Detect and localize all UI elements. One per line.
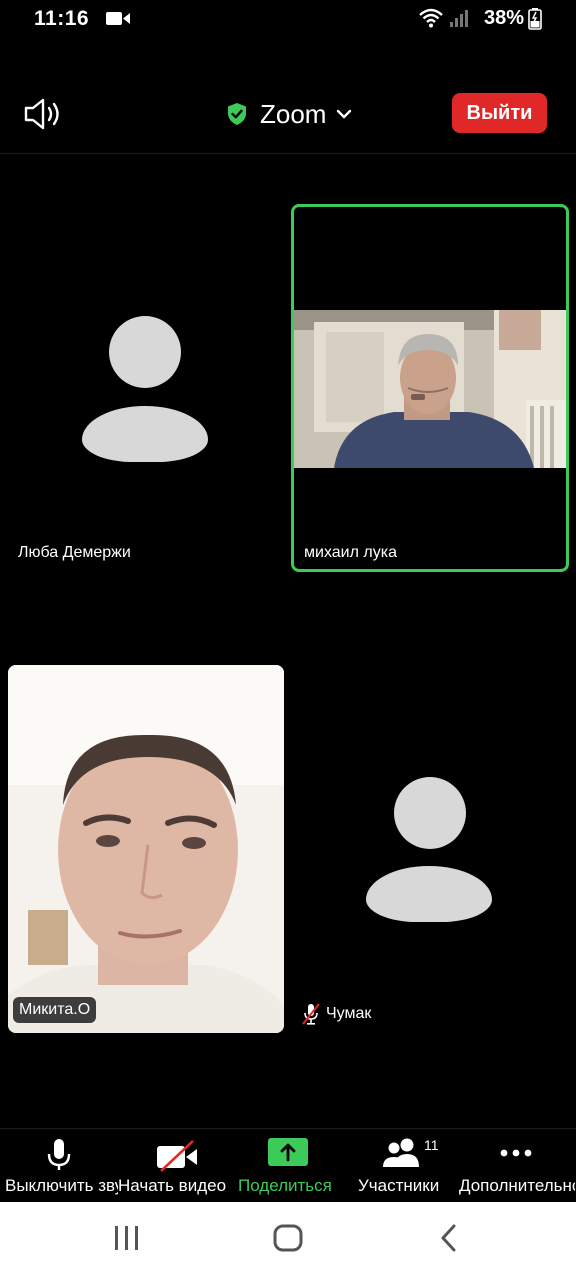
participants-count-badge: 11	[424, 1137, 439, 1153]
avatar-head	[109, 316, 181, 388]
participant-name: Люба Демержи	[18, 544, 131, 561]
participant-tile[interactable]: Чумак	[288, 665, 576, 1033]
leave-meeting-button[interactable]: Выйти	[452, 93, 547, 133]
active-speaker-tile[interactable]: михаил лука	[291, 204, 569, 572]
participant-tile[interactable]: Микита.О	[8, 665, 284, 1033]
meeting-title: Zoom	[260, 98, 327, 129]
mic-muted-icon	[302, 1003, 320, 1025]
shield-check-icon	[228, 103, 246, 125]
participant-name: Микита.О	[13, 997, 97, 1023]
home-icon[interactable]	[272, 1224, 304, 1252]
participant-tile[interactable]: Люба Демержи	[0, 204, 288, 572]
start-video-button[interactable]: Начать видео	[118, 1129, 236, 1203]
battery-icon	[528, 8, 542, 30]
meeting-title-button[interactable]: Zoom	[226, 96, 352, 132]
speaker-icon	[24, 98, 59, 130]
avatar-head	[394, 777, 466, 849]
video-recording-icon	[106, 12, 130, 25]
participant-name: Чумак	[326, 1005, 372, 1022]
back-icon[interactable]	[436, 1224, 464, 1252]
meeting-toolbar: Выключить звук Начать видео Поделиться У…	[0, 1128, 576, 1202]
avatar-body	[366, 866, 492, 922]
participant-video	[294, 310, 566, 468]
share-button[interactable]: Поделиться	[236, 1129, 340, 1203]
microphone-icon	[47, 1139, 71, 1170]
recent-apps-icon[interactable]	[112, 1224, 142, 1252]
mute-label: Выключить звук	[5, 1176, 118, 1195]
share-label: Поделиться	[238, 1176, 332, 1195]
signal-icon	[450, 10, 468, 27]
avatar-body	[82, 406, 208, 462]
participant-name: михаил лука	[304, 544, 397, 561]
status-bar: 11:16 38%	[0, 0, 576, 38]
mute-button[interactable]: Выключить звук	[0, 1129, 118, 1203]
more-label: Дополнительно	[459, 1176, 575, 1195]
status-time: 11:16	[34, 7, 90, 30]
meeting-top-bar: Zoom Выйти	[0, 78, 576, 154]
chevron-down-icon	[337, 109, 352, 119]
video-off-icon	[157, 1140, 197, 1172]
share-icon	[268, 1138, 308, 1166]
participants-icon	[383, 1138, 419, 1167]
more-dots-icon	[500, 1149, 532, 1157]
speaker-button[interactable]	[22, 94, 66, 134]
start-video-label: Начать видео	[118, 1176, 227, 1195]
battery-percentage: 38%	[484, 7, 525, 29]
system-navigation-bar	[0, 1202, 576, 1280]
wifi-icon	[419, 8, 443, 28]
more-button[interactable]: Дополнительно	[456, 1129, 576, 1203]
participant-video	[8, 665, 284, 1033]
participants-label: Участники	[358, 1176, 440, 1195]
